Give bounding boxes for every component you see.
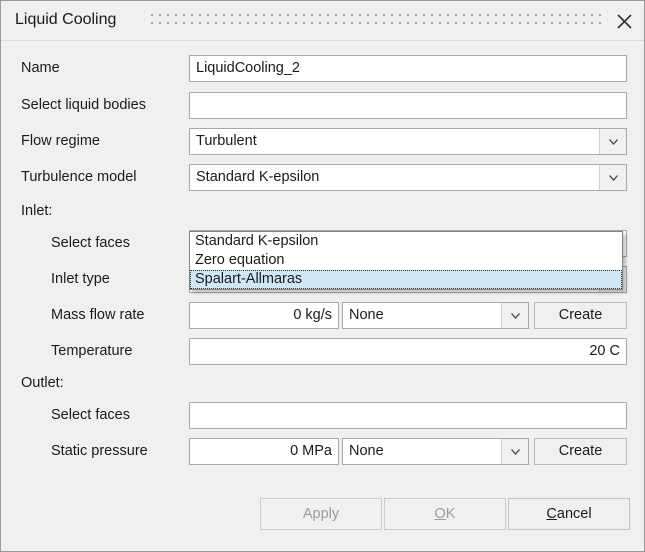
static-pressure-input[interactable]: 0 MPa — [189, 438, 339, 465]
label-inlet-type: Inlet type — [51, 271, 110, 287]
name-input[interactable]: LiquidCooling_2 — [189, 55, 627, 82]
label-flow-regime: Flow regime — [21, 133, 100, 149]
turbulence-model-combobox[interactable]: Standard K-epsilon — [189, 164, 627, 191]
mass-flow-rate-source-value: None — [349, 307, 384, 323]
dropdown-option[interactable]: Zero equation — [190, 251, 622, 270]
flow-regime-value: Turbulent — [196, 133, 257, 149]
dropdown-option[interactable]: Standard K-epsilon — [190, 232, 622, 251]
mass-flow-rate-create-button[interactable]: Create — [534, 302, 627, 329]
cancel-button-accel: C — [546, 506, 557, 522]
dropdown-option-selected[interactable]: Spalart-Allmaras — [190, 270, 622, 289]
ok-button[interactable]: OK — [384, 498, 506, 530]
close-icon[interactable] — [610, 7, 638, 35]
label-inlet-select-faces: Select faces — [51, 235, 130, 251]
row-inlet-section: Inlet: — [1, 198, 644, 228]
label-inlet-section: Inlet: — [21, 203, 53, 219]
label-outlet-section: Outlet: — [21, 375, 64, 391]
flow-regime-combobox[interactable]: Turbulent — [189, 128, 627, 155]
chevron-down-icon[interactable] — [501, 439, 528, 464]
apply-button[interactable]: Apply — [260, 498, 382, 530]
chevron-down-icon[interactable] — [599, 165, 626, 190]
label-temperature: Temperature — [51, 343, 133, 359]
chevron-down-icon[interactable] — [501, 303, 528, 328]
mass-flow-rate-input[interactable]: 0 kg/s — [189, 302, 339, 329]
drag-grip-dots-icon[interactable] — [151, 14, 603, 27]
label-turbulence-model: Turbulence model — [21, 169, 137, 185]
liquid-cooling-dialog: Liquid Cooling Name LiquidCooling_2 Sele… — [0, 0, 645, 552]
row-flow-regime: Flow regime Turbulent — [1, 128, 644, 158]
select-liquid-bodies-input[interactable] — [189, 92, 627, 119]
row-select-liquid-bodies: Select liquid bodies — [1, 92, 644, 122]
row-name: Name LiquidCooling_2 — [1, 55, 644, 85]
cancel-button-label: ancel — [556, 506, 592, 522]
static-pressure-create-button[interactable]: Create — [534, 438, 627, 465]
row-turbulence-model: Turbulence model Standard K-epsilon — [1, 164, 644, 194]
label-static-pressure: Static pressure — [51, 443, 148, 459]
row-outlet-section: Outlet: — [1, 370, 644, 400]
label-name: Name — [21, 60, 60, 76]
chevron-down-icon[interactable] — [599, 129, 626, 154]
dialog-title: Liquid Cooling — [15, 11, 117, 28]
temperature-input[interactable]: 20 C — [189, 338, 627, 365]
dialog-body: Name LiquidCooling_2 Select liquid bodie… — [1, 40, 644, 551]
static-pressure-source-value: None — [349, 443, 384, 459]
turbulence-model-dropdown-list[interactable]: Standard K-epsilon Zero equation Spalart… — [189, 231, 623, 290]
label-select-liquid-bodies: Select liquid bodies — [21, 97, 146, 113]
outlet-select-faces-input[interactable] — [189, 402, 627, 429]
label-outlet-select-faces: Select faces — [51, 407, 130, 423]
turbulence-model-value: Standard K-epsilon — [196, 169, 320, 185]
dialog-titlebar: Liquid Cooling — [1, 1, 644, 41]
row-mass-flow-rate: Mass flow rate 0 kg/s None Create — [1, 302, 644, 332]
row-temperature: Temperature 20 C — [1, 338, 644, 368]
static-pressure-source-combobox[interactable]: None — [342, 438, 529, 465]
row-static-pressure: Static pressure 0 MPa None Create — [1, 438, 644, 468]
ok-button-label: K — [445, 506, 456, 522]
ok-button-accel: O — [434, 506, 446, 522]
mass-flow-rate-source-combobox[interactable]: None — [342, 302, 529, 329]
cancel-button[interactable]: Cancel — [508, 498, 630, 530]
row-outlet-select-faces: Select faces — [1, 402, 644, 432]
label-mass-flow-rate: Mass flow rate — [51, 307, 145, 323]
